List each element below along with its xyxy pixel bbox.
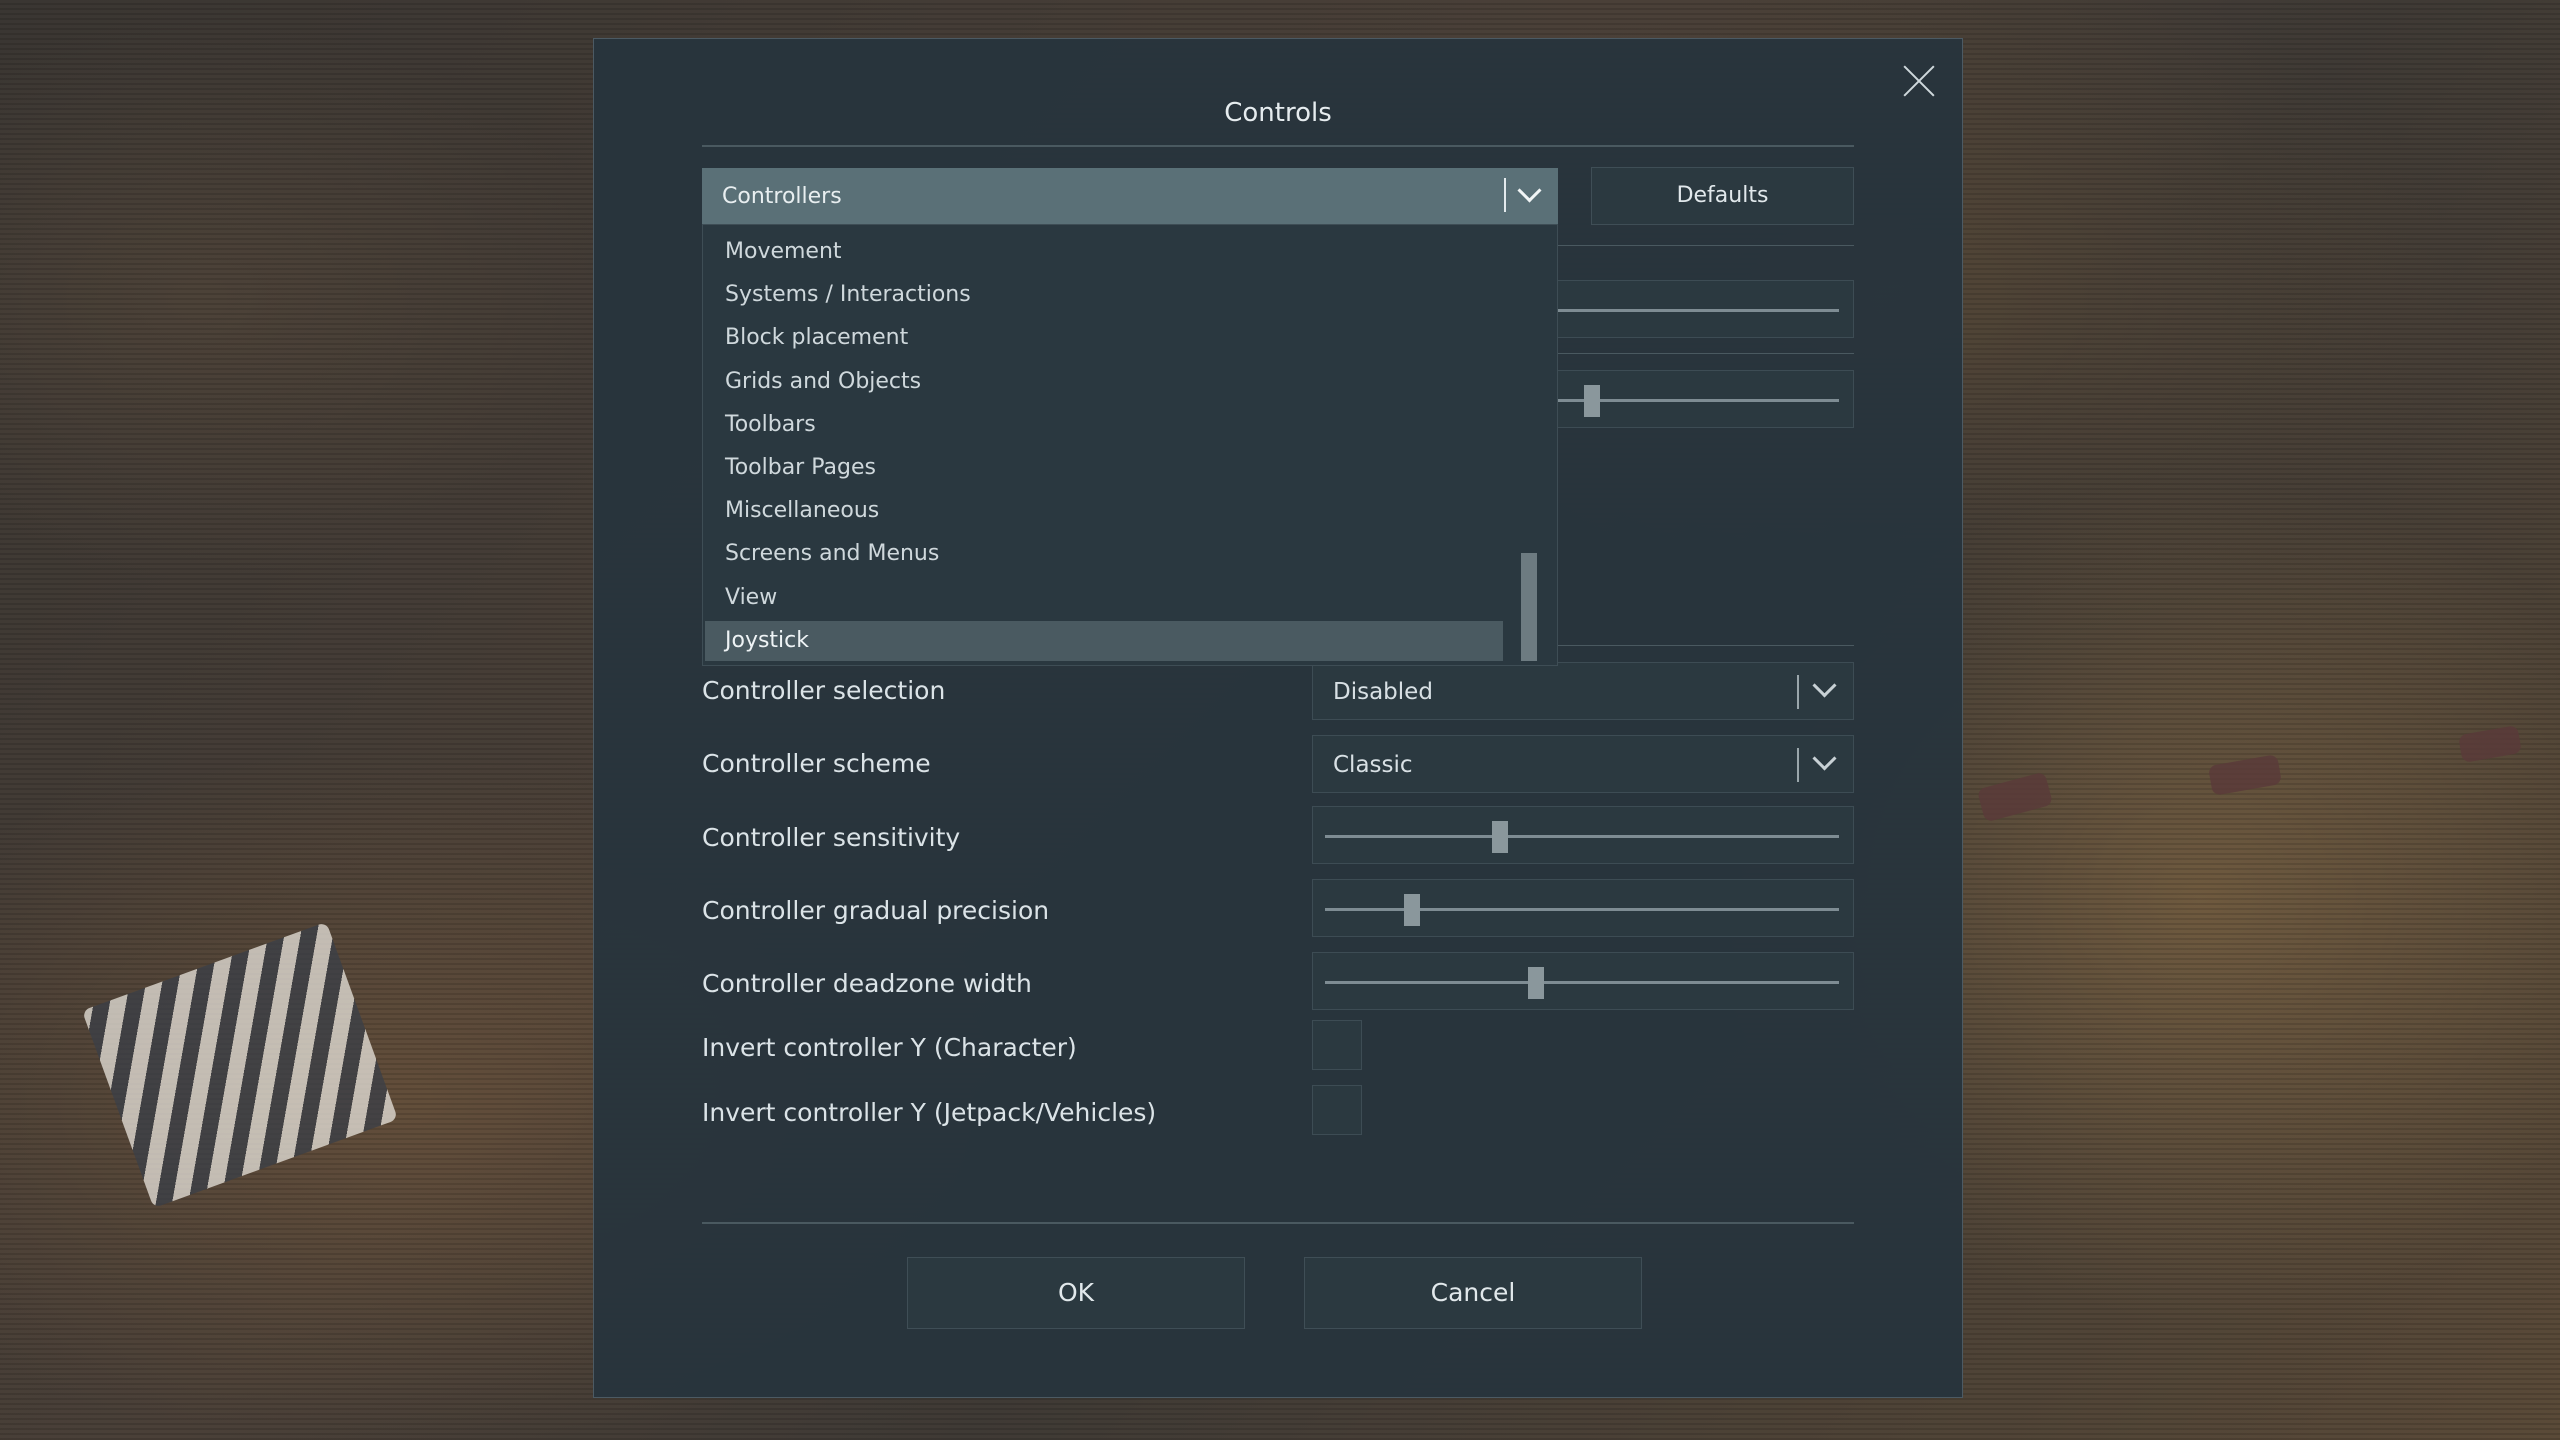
slider-track: [1325, 908, 1839, 911]
category-item-toolbar-pages[interactable]: Toolbar Pages: [705, 448, 1503, 488]
category-dropdown-list: Movement Systems / Interactions Block pl…: [702, 224, 1558, 666]
background-ship: [2207, 754, 2283, 796]
slider-track: [1558, 399, 1839, 402]
dropdown-separator: [1797, 748, 1799, 782]
invert-y-jetpack-label: Invert controller Y (Jetpack/Vehicles): [702, 1098, 1157, 1127]
dropdown-separator: [1504, 178, 1506, 212]
cancel-button[interactable]: Cancel: [1304, 1257, 1642, 1329]
controller-selection-label: Controller selection: [702, 676, 946, 705]
category-item-view[interactable]: View: [705, 578, 1503, 618]
controller-scheme-label: Controller scheme: [702, 749, 931, 778]
ok-button[interactable]: OK: [907, 1257, 1245, 1329]
controller-gradual-precision-slider[interactable]: [1312, 879, 1854, 937]
category-item-block-placement[interactable]: Block placement: [705, 318, 1503, 358]
category-item-systems-interactions[interactable]: Systems / Interactions: [705, 275, 1503, 315]
defaults-button[interactable]: Defaults: [1591, 167, 1854, 225]
slider-track: [1558, 309, 1839, 312]
controller-gradual-precision-label: Controller gradual precision: [702, 896, 1050, 925]
invert-y-jetpack-checkbox[interactable]: [1312, 1085, 1362, 1135]
hidden-slider-1[interactable]: [1558, 280, 1854, 338]
category-item-grids-and-objects[interactable]: Grids and Objects: [705, 362, 1503, 402]
divider: [1558, 645, 1854, 646]
background-ship: [81, 921, 399, 1209]
dropdown-separator: [1797, 675, 1799, 709]
hidden-slider-2[interactable]: [1558, 370, 1854, 428]
slider-thumb[interactable]: [1491, 821, 1508, 853]
chevron-down-icon[interactable]: [1811, 675, 1839, 703]
category-item-toolbars[interactable]: Toolbars: [705, 405, 1503, 445]
footer-divider: [702, 1222, 1854, 1224]
title-divider: [702, 145, 1854, 147]
invert-y-character-label: Invert controller Y (Character): [702, 1033, 1077, 1062]
slider-thumb[interactable]: [1404, 894, 1421, 926]
category-item-screens-and-menus[interactable]: Screens and Menus: [705, 534, 1503, 574]
invert-y-character-checkbox[interactable]: [1312, 1020, 1362, 1070]
category-item-movement[interactable]: Movement: [705, 232, 1503, 272]
slider-track: [1325, 835, 1839, 838]
category-selected-value: Controllers: [722, 184, 842, 209]
slider-track: [1325, 981, 1839, 984]
close-icon[interactable]: [1900, 62, 1938, 100]
category-dropdown[interactable]: Controllers: [702, 168, 1558, 224]
controller-sensitivity-slider[interactable]: [1312, 806, 1854, 864]
controller-scheme-dropdown[interactable]: Classic: [1312, 735, 1854, 793]
background-ship: [2458, 725, 2522, 763]
divider: [1558, 353, 1854, 354]
controller-scheme-value: Classic: [1333, 752, 1413, 778]
controller-deadzone-width-label: Controller deadzone width: [702, 969, 1032, 998]
controller-selection-dropdown[interactable]: Disabled: [1312, 662, 1854, 720]
background-ship: [1976, 771, 2054, 823]
category-item-joystick[interactable]: Joystick: [705, 621, 1503, 661]
dropdown-scrollbar[interactable]: [1521, 553, 1537, 661]
controller-selection-value: Disabled: [1333, 679, 1433, 705]
category-item-miscellaneous[interactable]: Miscellaneous: [705, 491, 1503, 531]
chevron-down-icon[interactable]: [1516, 180, 1544, 208]
chevron-down-icon[interactable]: [1811, 748, 1839, 776]
controller-sensitivity-label: Controller sensitivity: [702, 823, 961, 852]
slider-thumb[interactable]: [1583, 385, 1600, 417]
divider: [1558, 245, 1854, 246]
slider-thumb[interactable]: [1527, 967, 1544, 999]
dialog-title: Controls: [1224, 98, 1332, 128]
controller-deadzone-width-slider[interactable]: [1312, 952, 1854, 1010]
